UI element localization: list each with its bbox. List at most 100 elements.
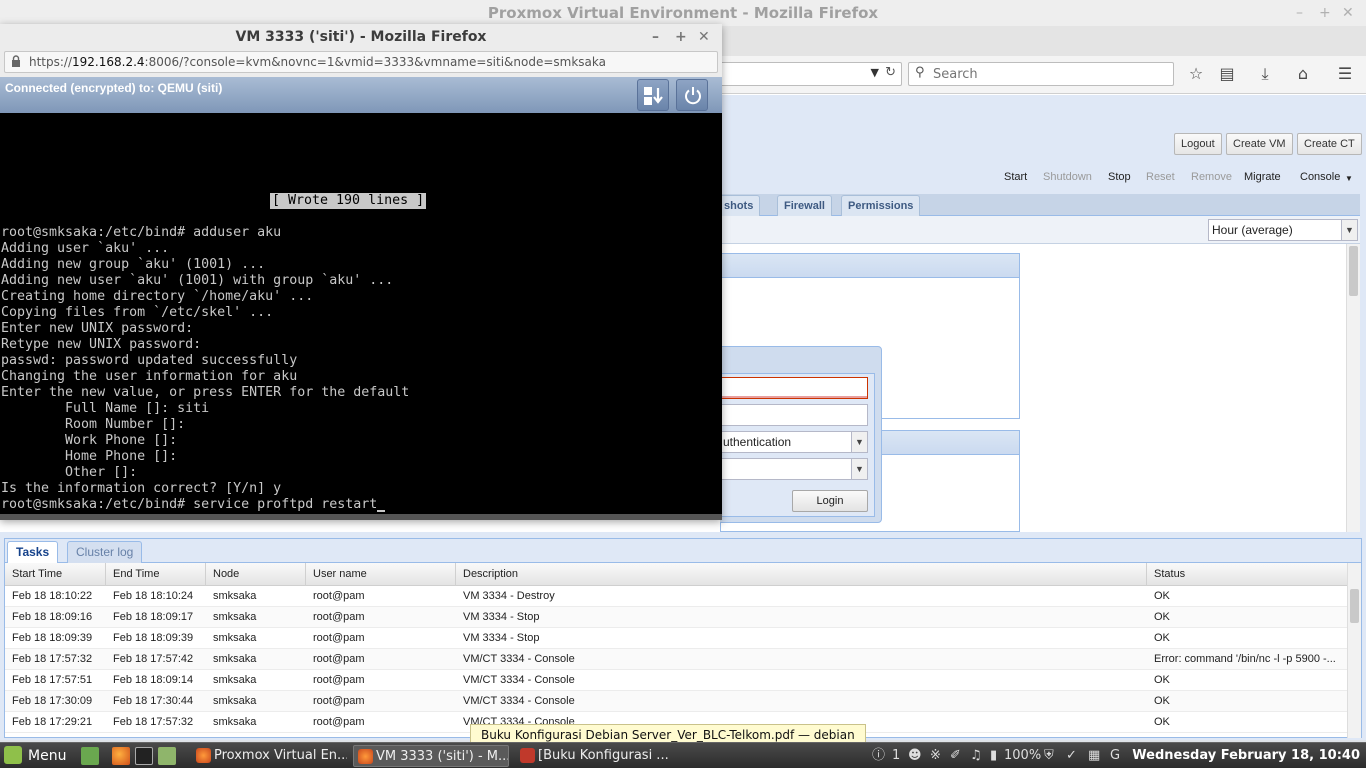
- tab-snapshots[interactable]: shots: [718, 195, 761, 216]
- terminal-line: Changing the user information for aku: [1, 369, 298, 384]
- console-button[interactable]: Console: [1300, 171, 1340, 183]
- shutdown-button[interactable]: Shutdown: [1043, 171, 1092, 183]
- shield-icon[interactable]: ⛨: [1044, 746, 1054, 766]
- volume-icon[interactable]: ♫: [970, 746, 982, 766]
- col-description[interactable]: Description: [456, 563, 1147, 586]
- task-vm-console[interactable]: VM 3333 ('siti') - M...: [353, 745, 509, 767]
- table-row[interactable]: Feb 18 18:09:16 Feb 18 18:09:17 smksaka roo…: [5, 607, 1347, 628]
- home-icon[interactable]: ⌂: [1292, 64, 1314, 84]
- chevron-down-icon[interactable]: ▼: [1341, 220, 1357, 240]
- language-select[interactable]: ▼: [720, 458, 868, 480]
- summary-scrollbar[interactable]: [1346, 244, 1360, 532]
- download-icon[interactable]: ⤓: [1254, 64, 1276, 84]
- col-node[interactable]: Node: [206, 563, 306, 586]
- table-row[interactable]: Feb 18 17:57:51 Feb 18 18:09:14 smksaka roo…: [5, 670, 1347, 691]
- show-desktop-icon[interactable]: [81, 747, 99, 765]
- close-icon[interactable]: ✕: [698, 24, 710, 50]
- table-row[interactable]: Feb 18 18:09:39 Feb 18 18:09:39 smksaka roo…: [5, 628, 1347, 649]
- battery-level: 100%: [1004, 748, 1042, 763]
- menu-button[interactable]: Menu: [4, 745, 66, 767]
- bluetooth-icon[interactable]: ※: [930, 746, 941, 766]
- power-button[interactable]: [676, 79, 708, 111]
- close-icon[interactable]: ✕: [1342, 0, 1354, 26]
- table-row[interactable]: Feb 18 18:10:22 Feb 18 18:10:24 smksaka roo…: [5, 586, 1347, 607]
- maximize-icon[interactable]: +: [1319, 0, 1331, 26]
- cell-node: smksaka: [213, 611, 257, 623]
- clipboard-icon[interactable]: ▦: [1088, 746, 1100, 766]
- terminal-launcher-icon[interactable]: [135, 747, 153, 765]
- col-status[interactable]: Status: [1147, 563, 1347, 586]
- tasks-grid-header: Start Time End Time Node User name Descr…: [5, 563, 1347, 586]
- table-row[interactable]: Feb 18 17:30:09 Feb 18 17:30:44 smksaka roo…: [5, 691, 1347, 712]
- start-button[interactable]: Start: [1004, 171, 1027, 183]
- task-pdf-viewer[interactable]: [Buku Konfigurasi ...: [516, 745, 668, 767]
- cell-node: smksaka: [213, 632, 257, 644]
- cell-status: OK: [1154, 674, 1170, 686]
- keyboard-arrow-icon: [644, 87, 663, 105]
- cell-start-time: Feb 18 17:57:51: [12, 674, 93, 686]
- pen-icon[interactable]: ✐: [950, 746, 961, 766]
- firefox-launcher-icon[interactable]: [112, 747, 130, 765]
- tab-tasks[interactable]: Tasks: [7, 541, 59, 564]
- task-proxmox[interactable]: Proxmox Virtual En...: [192, 745, 347, 767]
- terminal-line: Is the information correct? [Y/n] y: [1, 481, 282, 496]
- cell-user: root@pam: [313, 674, 365, 686]
- clock[interactable]: Wednesday February 18, 10:40: [1132, 745, 1360, 767]
- popup-url-text: https://192.168.2.4:8006/?console=kvm&no…: [29, 55, 606, 69]
- console-dropdown-icon[interactable]: ▼: [1345, 174, 1353, 183]
- hamburger-menu-icon[interactable]: ☰: [1334, 64, 1356, 84]
- cell-start-time: Feb 18 18:09:16: [12, 611, 93, 623]
- send-keys-button[interactable]: [637, 79, 669, 111]
- terminal-line: Copying files from `/etc/skel' ...: [1, 305, 274, 320]
- tab-cluster-log[interactable]: Cluster log: [67, 541, 143, 563]
- search-input[interactable]: [933, 66, 1163, 82]
- user-icon[interactable]: ☻: [908, 746, 922, 766]
- terminal-line: Adding new group `aku' (1001) ...: [1, 257, 266, 272]
- minimize-icon[interactable]: –: [1296, 0, 1303, 26]
- logout-button[interactable]: Logout: [1174, 133, 1222, 155]
- terminal-line: Other []:: [1, 465, 138, 480]
- vm-terminal[interactable]: [ Wrote 190 lines ] root@smksaka:/etc/bi…: [0, 113, 722, 514]
- cell-user: root@pam: [313, 632, 365, 644]
- google-icon[interactable]: G: [1110, 746, 1120, 766]
- remove-button[interactable]: Remove: [1191, 171, 1232, 183]
- create-ct-button[interactable]: Create CT: [1297, 133, 1362, 155]
- col-start-time[interactable]: Start Time: [5, 563, 106, 586]
- popup-url-bar[interactable]: https://192.168.2.4:8006/?console=kvm&no…: [4, 51, 718, 73]
- dropdown-icon[interactable]: ▼: [871, 66, 879, 79]
- search-box[interactable]: ⚲: [908, 62, 1174, 86]
- migrate-button[interactable]: Migrate: [1244, 171, 1281, 183]
- chevron-down-icon[interactable]: ▼: [851, 459, 867, 479]
- login-button[interactable]: Login: [792, 490, 868, 512]
- col-user-name[interactable]: User name: [306, 563, 456, 586]
- chevron-down-icon[interactable]: ▼: [851, 432, 867, 452]
- update-icon[interactable]: ✓: [1066, 746, 1077, 766]
- cell-end-time: Feb 18 18:10:24: [113, 590, 194, 602]
- tab-firewall[interactable]: Firewall: [777, 195, 832, 216]
- bg-url-bar[interactable]: ▼ ↻: [700, 62, 902, 86]
- maximize-icon[interactable]: +: [675, 24, 687, 50]
- cell-description: VM/CT 3334 - Console: [463, 695, 575, 707]
- cell-start-time: Feb 18 17:30:09: [12, 695, 93, 707]
- minimize-icon[interactable]: –: [652, 24, 659, 50]
- terminal-line: Home Phone []:: [1, 449, 178, 464]
- tab-permissions[interactable]: Permissions: [841, 195, 921, 216]
- cell-start-time: Feb 18 17:57:32: [12, 653, 93, 665]
- tasks-scrollbar[interactable]: [1347, 563, 1361, 738]
- create-vm-button[interactable]: Create VM: [1226, 133, 1293, 155]
- username-field[interactable]: [720, 377, 868, 399]
- reading-list-icon[interactable]: ▤: [1216, 64, 1238, 84]
- reset-button[interactable]: Reset: [1146, 171, 1175, 183]
- realm-select[interactable]: uthentication ▼: [720, 431, 868, 453]
- timeframe-select[interactable]: Hour (average) ▼: [1208, 219, 1358, 241]
- table-row[interactable]: Feb 18 17:57:32 Feb 18 17:57:42 smksaka roo…: [5, 649, 1347, 670]
- files-launcher-icon[interactable]: [158, 747, 176, 765]
- bookmark-star-icon[interactable]: ☆: [1185, 64, 1207, 84]
- password-field[interactable]: [720, 404, 868, 426]
- notification-icon[interactable]: ⓘ: [872, 746, 885, 766]
- col-end-time[interactable]: End Time: [106, 563, 206, 586]
- stop-button[interactable]: Stop: [1108, 171, 1131, 183]
- battery-icon[interactable]: ▮: [990, 746, 997, 766]
- terminal-line: Full Name []: siti: [1, 401, 210, 416]
- reload-icon[interactable]: ↻: [885, 65, 896, 80]
